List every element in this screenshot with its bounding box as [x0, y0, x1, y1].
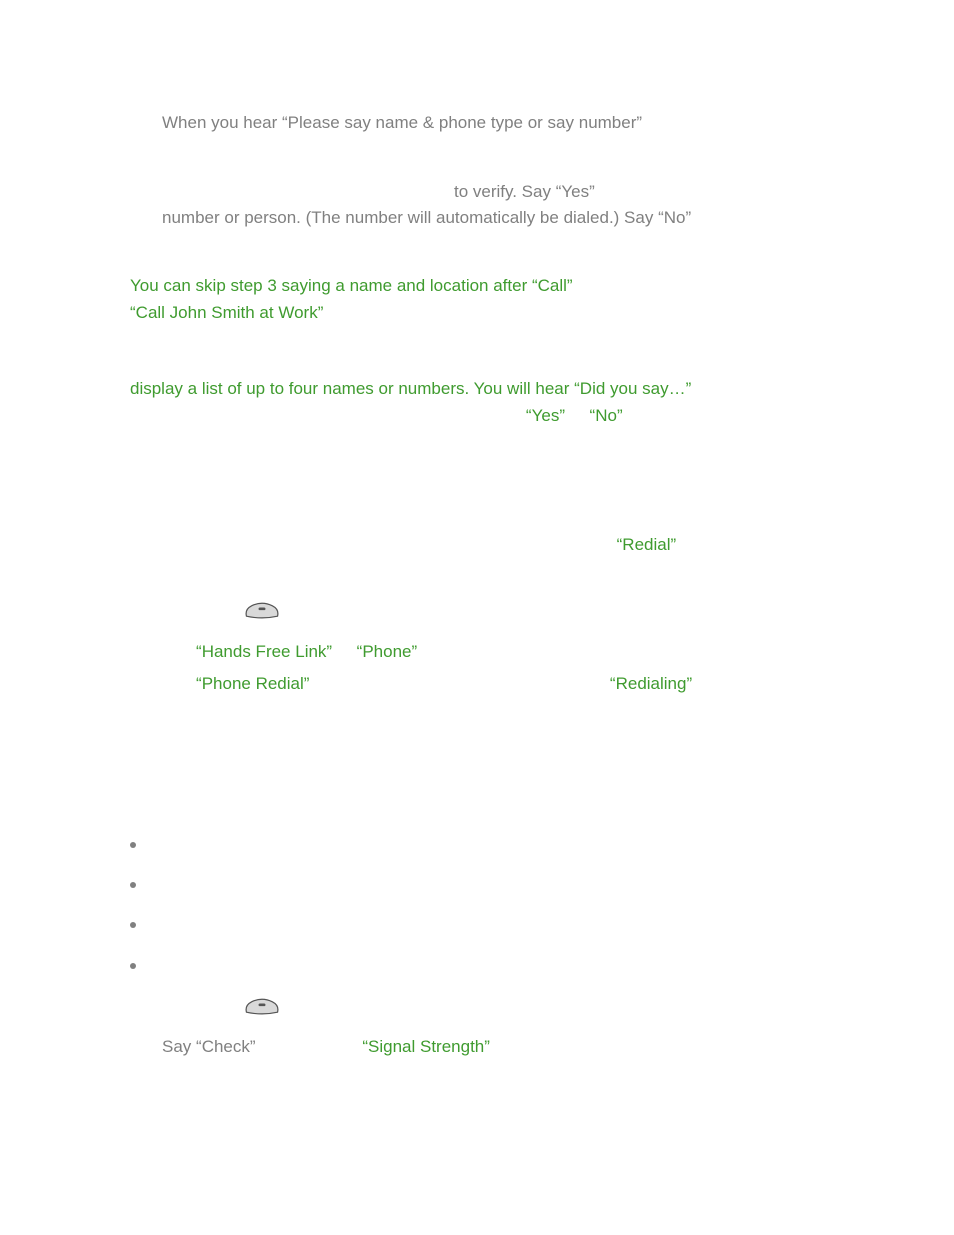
- battery-s2-then: and then say: [256, 1037, 363, 1056]
- redial-s2-q1: “Hands Free Link”: [196, 642, 332, 661]
- bullet-icon: [130, 963, 136, 969]
- tip2-a: If HandsFreeLink does not recognize the …: [130, 353, 679, 372]
- battery-bullet-3: Battery level: [130, 913, 854, 939]
- redial-intro-a: This feature allows you to redial the la…: [130, 535, 617, 554]
- step4-end: to cancel.: [691, 208, 769, 227]
- battery-s1-b: voice button on the steering wheel.: [285, 999, 552, 1018]
- step3-prefix: When you hear: [162, 113, 282, 132]
- battery-bullet-4: Supported by the connected phone: [130, 954, 854, 980]
- tip-skip-step: You can skip step 3 saying a name and lo…: [130, 273, 854, 326]
- redial-heading: Redialing: [130, 505, 854, 531]
- battery-s2-check-quote: “Check”: [196, 1037, 256, 1056]
- redial-step-2: Say “Hands Free Link” or “Phone” clearly…: [162, 639, 854, 665]
- call-step-4: HandsFreeLink will repeat the number to …: [162, 179, 854, 232]
- redial-quote: “Redial”: [617, 535, 677, 554]
- tip2-c: followed by the first name or number on …: [130, 406, 526, 425]
- battery-b3: Battery level: [152, 913, 854, 939]
- battery-b2: Roaming status: [152, 873, 854, 899]
- battery-b1: Network signal strength: [152, 833, 854, 859]
- bullet-icon: [130, 842, 136, 848]
- step4-cont: to dial the: [595, 182, 673, 201]
- battery-bullet-1: Network signal strength: [130, 833, 854, 859]
- redial-s1-b: voice button on the steering wheel.: [285, 603, 552, 622]
- tip1-a: You can skip step 3 saying a name and lo…: [130, 276, 532, 295]
- tip2-or: or: [565, 406, 590, 425]
- step4-prefix: HandsFreeLink will repeat the number: [162, 182, 454, 201]
- tip1-b: . For example, say: [573, 276, 713, 295]
- tip1-call-quote: “Call”: [532, 276, 573, 295]
- redial-s1-a: Press the: [162, 603, 239, 622]
- battery-heading: Checking Your Phone's Signal Strength, R…: [130, 766, 854, 792]
- page-number: 19: [130, 1129, 854, 1155]
- battery-intro: Items which can be verified include:: [130, 792, 854, 818]
- redial-step-1: Press the voice button on the steering w…: [162, 598, 854, 632]
- redial-s3-q2: “Redialing”: [610, 674, 692, 693]
- redial-s2-or: or: [332, 642, 357, 661]
- bullet-icon: [130, 922, 136, 928]
- battery-s1-a: Press the: [162, 999, 239, 1018]
- redial-s2-q2: “Phone”: [357, 642, 417, 661]
- tip1-c: and the call will be placed.: [323, 303, 526, 322]
- call-step-3: When you hear “Please say name & phone t…: [162, 110, 854, 163]
- battery-s2-a: Say: [162, 1037, 196, 1056]
- battery-s2-ss-quote: “Signal Strength”: [362, 1037, 490, 1056]
- voice-button-icon: [243, 598, 281, 632]
- redial-s2-b: clearly.: [417, 642, 474, 661]
- redial-s2-a: Say: [162, 642, 196, 661]
- step3-quote: “Please say name & phone type or say num…: [282, 113, 642, 132]
- tip2-yes-quote: “Yes”: [526, 406, 565, 425]
- step4-mid: to verify. Say: [454, 182, 556, 201]
- redial-s3-b: . HandsFreeLink will respond by saying: [309, 674, 609, 693]
- step4-cont2: number or person. (The number will autom…: [162, 208, 658, 227]
- redial-intro: This feature allows you to redial the la…: [130, 532, 854, 585]
- battery-b4: Supported by the connected phone: [152, 954, 854, 980]
- battery-bullet-2: Roaming status: [130, 873, 854, 899]
- redial-step-3: Say “Phone Redial”. HandsFreeLink will r…: [162, 671, 854, 724]
- tip1-ex-quote: “Call John Smith at Work”: [130, 303, 323, 322]
- step4-yes-quote: “Yes”: [556, 182, 595, 201]
- redial-s3-a: Say: [162, 674, 196, 693]
- battery-step-2: Say “Check” and then say “Signal Strengt…: [162, 1034, 854, 1087]
- redial-s3-q1: “Phone Redial”: [196, 674, 309, 693]
- tip-did-you-say: If HandsFreeLink does not recognize the …: [130, 350, 854, 455]
- tip2-no-quote: “No”: [590, 406, 623, 425]
- voice-button-icon: [243, 994, 281, 1028]
- battery-step-1: Press the voice button on the steering w…: [162, 994, 854, 1028]
- tip2-did-quote: “Did you say…”: [574, 379, 691, 398]
- step4-no-quote: “No”: [658, 208, 691, 227]
- tip2-b: display a list of up to four names or nu…: [130, 379, 574, 398]
- copyright: ©2014 VOXX International: [130, 1155, 854, 1181]
- bullet-icon: [130, 882, 136, 888]
